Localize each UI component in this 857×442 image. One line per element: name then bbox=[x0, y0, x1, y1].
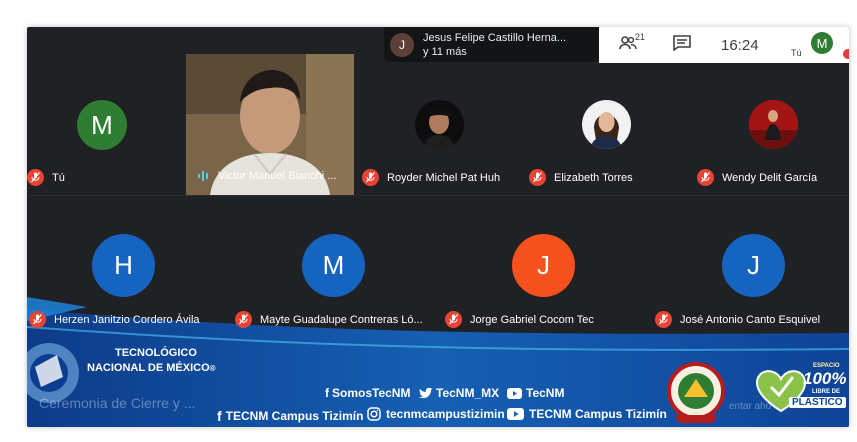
mic-off-icon bbox=[445, 311, 462, 328]
participant-name: Jorge Gabriel Cocom Tec bbox=[470, 313, 594, 326]
top-bar: 21 16:24 Tú M bbox=[599, 27, 849, 63]
social-somos: f SomosTecNM bbox=[325, 386, 410, 400]
participant-label: Mayte Guadalupe Contreras Ló... bbox=[235, 311, 423, 328]
badge-label-4: PLASTICO bbox=[789, 397, 846, 408]
presenter-more: y 11 más bbox=[423, 45, 467, 58]
twitter-icon bbox=[419, 387, 433, 398]
banner-title-text: NACIONAL DE MÉXICO bbox=[87, 362, 210, 374]
social-facebook-text: TECNM Campus Tizimín bbox=[225, 409, 364, 423]
social-instagram: tecnmcampustizimin bbox=[367, 407, 505, 421]
people-count: 21 bbox=[635, 32, 646, 42]
mic-off-icon bbox=[655, 311, 672, 328]
participant-label: Elizabeth Torres bbox=[529, 169, 633, 186]
participant-photo bbox=[415, 100, 464, 149]
participant-name: Elizabeth Torres bbox=[554, 171, 633, 184]
participant-avatar: J bbox=[512, 234, 575, 297]
participant-avatar: M bbox=[77, 100, 127, 150]
participant-name: Tú bbox=[52, 171, 65, 184]
participant-photo bbox=[582, 100, 631, 149]
registered-mark: ® bbox=[209, 364, 216, 373]
social-youtube-text: TecNM bbox=[526, 386, 565, 400]
banner-title-line2: NACIONAL DE MÉXICO® bbox=[87, 362, 216, 374]
campus-seal-logo bbox=[667, 362, 725, 423]
social-somos-text: SomosTecNM bbox=[332, 386, 411, 400]
participant-label: José Antonio Canto Esquivel bbox=[655, 311, 820, 328]
participant-photo bbox=[749, 100, 798, 149]
participant-name: José Antonio Canto Esquivel bbox=[680, 313, 821, 326]
social-youtube-campus: TECNM Campus Tizimín bbox=[507, 407, 667, 421]
participant-video: Victor Manuel Bianchi ... bbox=[186, 54, 354, 195]
facebook-icon: f bbox=[217, 408, 222, 424]
people-button[interactable]: 21 bbox=[619, 32, 649, 55]
self-avatar[interactable]: M bbox=[811, 32, 833, 54]
badge-label-3: LIBRE DE bbox=[812, 389, 841, 395]
participant-label: Tú bbox=[27, 169, 65, 186]
participant-label: Jorge Gabriel Cocom Tec bbox=[445, 311, 594, 328]
participant-avatar: H bbox=[92, 234, 155, 297]
participant-avatar: J bbox=[722, 234, 785, 297]
social-twitter: TecNM_MX bbox=[419, 386, 499, 400]
participant-label: Herzen Janitzio Cordero Ávila bbox=[29, 311, 200, 328]
social-twitter-text: TecNM_MX bbox=[436, 386, 500, 400]
row-divider bbox=[27, 195, 849, 196]
instagram-icon bbox=[367, 407, 381, 421]
badge-label-2: 100% bbox=[803, 369, 847, 388]
social-youtube-campus-text: TECNM Campus Tizimín bbox=[529, 407, 667, 421]
mic-off-icon bbox=[27, 169, 44, 186]
participant-name: Royder Michel Pat Huh bbox=[387, 171, 501, 184]
meeting-title-ghost: Ceremonia de Cierre y ... bbox=[39, 395, 196, 411]
clock: 16:24 bbox=[721, 36, 759, 54]
presenter-name: Jesus Felipe Castillo Herna... bbox=[423, 31, 567, 44]
chat-icon bbox=[673, 35, 691, 52]
participant-name: Wendy Delit García bbox=[722, 171, 818, 184]
participant-name: Victor Manuel Bianchi ... bbox=[218, 170, 337, 182]
presenter-text: Jesus Felipe Castillo Herna... y 11 más bbox=[423, 31, 566, 59]
presenter-avatar: J bbox=[390, 32, 414, 57]
banner-title-line1: TECNOLÓGICO bbox=[115, 347, 197, 359]
participant-label: Royder Michel Pat Huh bbox=[362, 169, 500, 186]
youtube-icon bbox=[507, 387, 522, 399]
social-youtube: TecNM bbox=[507, 386, 564, 400]
participant-name: Herzen Janitzio Cordero Ávila bbox=[54, 313, 200, 326]
presenter-chip[interactable]: J Jesus Felipe Castillo Herna... y 11 má… bbox=[384, 27, 599, 62]
mic-off-icon bbox=[529, 169, 546, 186]
participant-avatar: M bbox=[302, 234, 365, 297]
facebook-icon: f bbox=[325, 386, 329, 400]
social-instagram-text: tecnmcampustizimin bbox=[386, 407, 505, 421]
notification-dot bbox=[843, 49, 849, 59]
mic-off-icon bbox=[29, 311, 46, 328]
speaking-icon bbox=[196, 169, 210, 183]
mic-off-icon bbox=[362, 169, 379, 186]
participant-label: Wendy Delit García bbox=[697, 169, 817, 186]
mic-off-icon bbox=[697, 169, 714, 186]
self-label: Tú bbox=[791, 48, 802, 58]
participant-label: Victor Manuel Bianchi ... bbox=[196, 169, 336, 183]
youtube-icon bbox=[507, 408, 524, 420]
meet-window: J Jesus Felipe Castillo Herna... y 11 má… bbox=[27, 27, 849, 427]
mic-off-icon bbox=[235, 311, 252, 328]
social-facebook: f TECNM Campus Tizimín bbox=[217, 408, 363, 424]
chat-button[interactable] bbox=[673, 35, 695, 55]
participant-name: Mayte Guadalupe Contreras Ló... bbox=[260, 313, 423, 326]
